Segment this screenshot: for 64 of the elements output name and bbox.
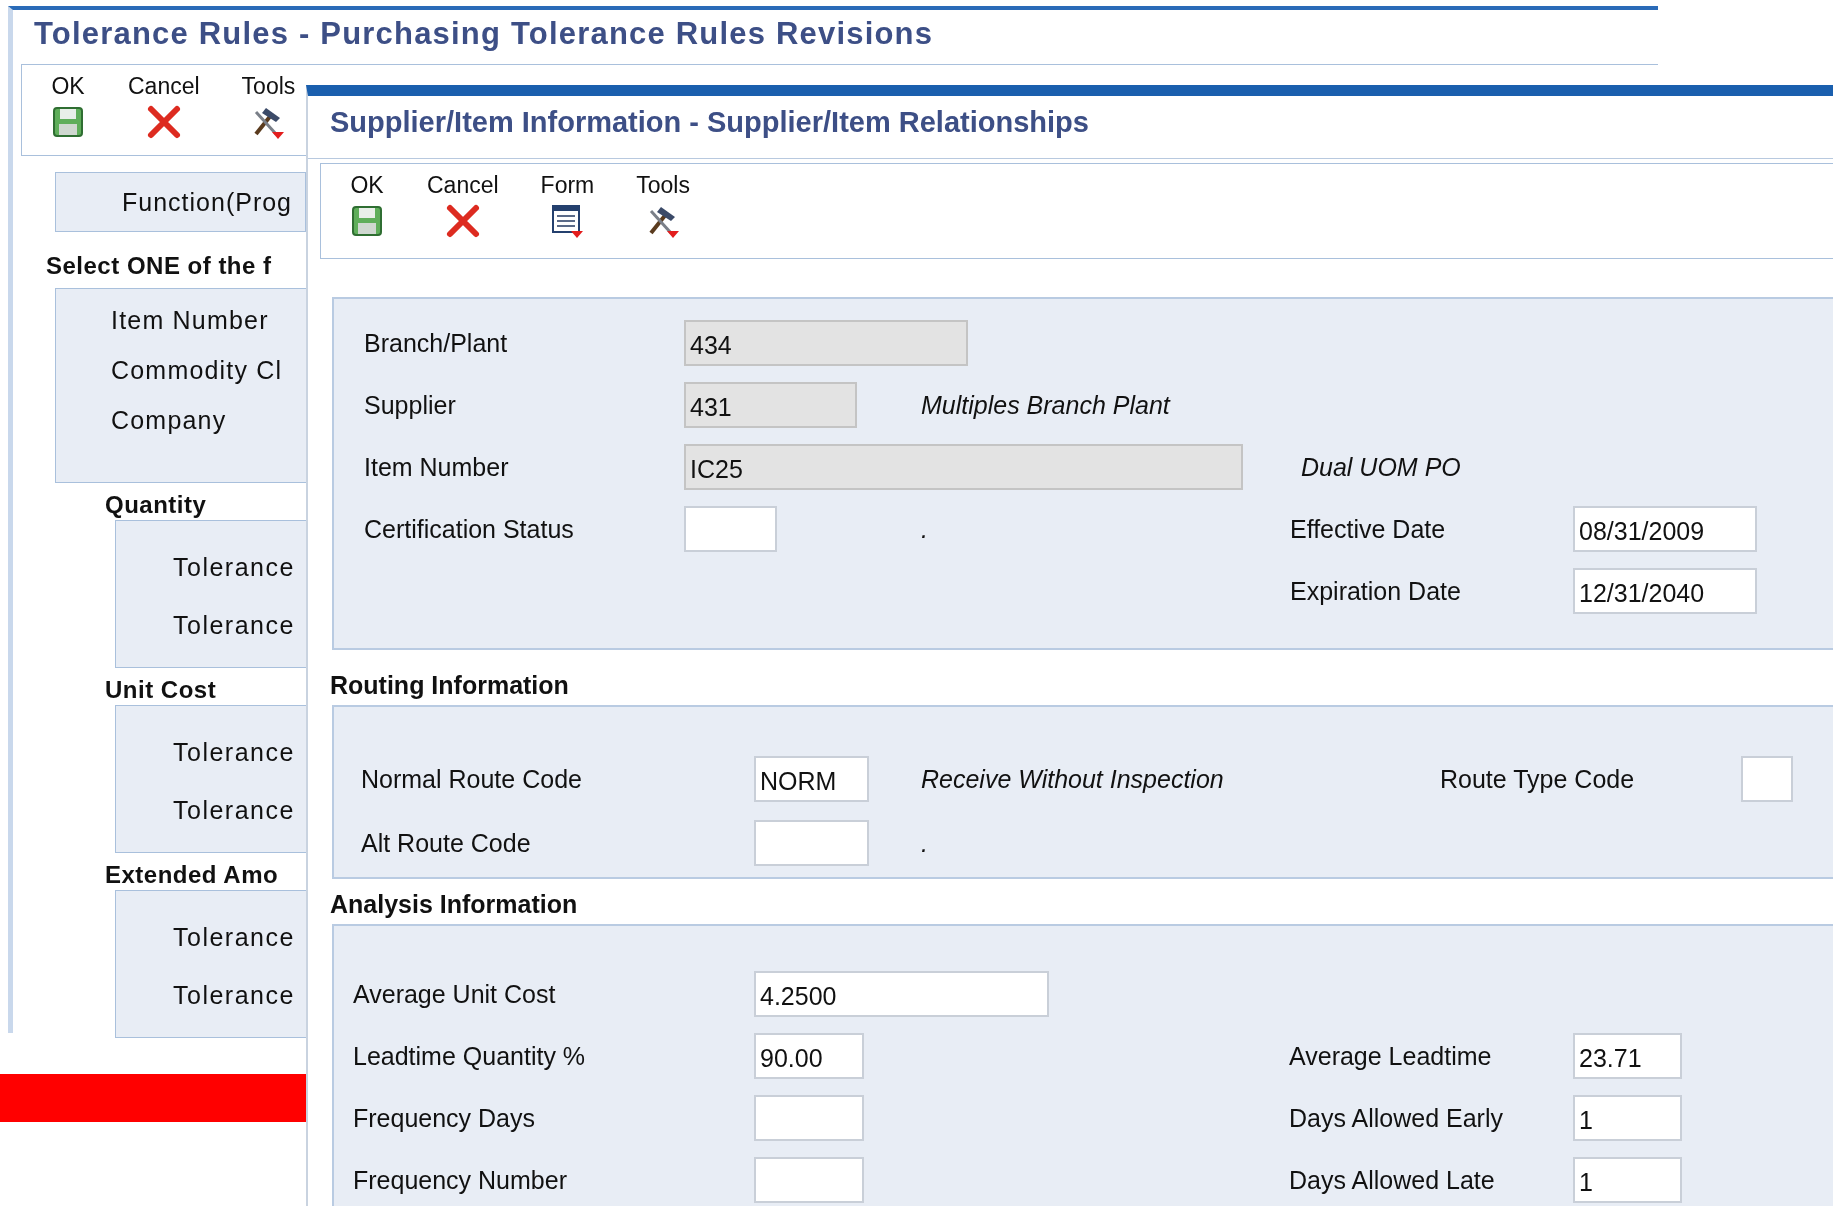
window-title: Supplier/Item Information - Supplier/Item Relationships xyxy=(308,96,1833,159)
window-title: Tolerance Rules - Purchasing Tolerance Rules Revisions xyxy=(33,15,935,53)
input-field[interactable] xyxy=(684,506,777,552)
field-label: Certification Status xyxy=(364,514,574,544)
field-description: Receive Without Inspection xyxy=(921,764,1224,794)
input-field[interactable]: 1 xyxy=(1573,1157,1682,1203)
input-field[interactable]: 4.2500 xyxy=(754,971,1049,1017)
field-label: Supplier xyxy=(364,390,456,420)
field-label: Leadtime Quantity % xyxy=(353,1041,586,1071)
option-label[interactable]: Tolerance xyxy=(173,611,295,669)
input-field[interactable] xyxy=(754,1157,864,1203)
option-label[interactable]: Company xyxy=(111,406,227,456)
group-title: Quantity xyxy=(105,491,207,517)
save-icon xyxy=(50,104,86,140)
group-title: Unit Cost xyxy=(105,676,217,702)
toolbar-button[interactable]: Tools xyxy=(628,164,698,239)
toolbar-button[interactable]: OK xyxy=(341,164,393,239)
field-label: Frequency Number xyxy=(353,1165,567,1195)
group-title: Extended Amo xyxy=(105,861,279,887)
toolbar-button[interactable]: Cancel xyxy=(120,65,208,140)
input-field[interactable]: 23.71 xyxy=(1573,1033,1682,1079)
field-label: Average Unit Cost xyxy=(353,979,556,1009)
section-heading: Routing Information xyxy=(330,669,570,701)
field-label: Branch/Plant xyxy=(364,328,508,358)
option-label[interactable]: Commodity Cl xyxy=(111,356,283,406)
input-field[interactable]: 12/31/2040 xyxy=(1573,568,1757,614)
option-label[interactable]: Item Number xyxy=(111,306,269,356)
field-label: Days Allowed Late xyxy=(1289,1165,1495,1195)
field-description: Multiples Branch Plant xyxy=(921,390,1170,420)
field-label: Item Number xyxy=(364,452,509,482)
option-label[interactable]: Tolerance xyxy=(173,923,295,981)
input-field[interactable] xyxy=(754,820,869,866)
input-field[interactable]: 90.00 xyxy=(754,1033,864,1079)
input-field[interactable]: 1 xyxy=(1573,1095,1682,1141)
function-button[interactable]: Function(Prog xyxy=(55,172,306,232)
save-icon xyxy=(349,203,385,239)
toolbar-button[interactable]: OK xyxy=(42,65,94,140)
field-description: . xyxy=(921,514,928,544)
option-label[interactable]: Tolerance xyxy=(173,796,295,854)
field-label: Effective Date xyxy=(1290,514,1446,544)
field-label: Route Type Code xyxy=(1440,764,1635,794)
field-description: . xyxy=(921,828,928,858)
option-label[interactable]: Tolerance xyxy=(173,553,295,611)
form-icon xyxy=(549,203,586,239)
section-heading: Analysis Information xyxy=(330,888,579,920)
toolbar-button[interactable]: Form xyxy=(532,164,603,239)
input-field[interactable] xyxy=(1741,756,1793,802)
field-label: Average Leadtime xyxy=(1289,1041,1492,1071)
close-icon xyxy=(145,104,182,140)
instruction-text: Select ONE of the f xyxy=(46,252,273,280)
field-label: Expiration Date xyxy=(1290,576,1461,606)
field-description: Dual UOM PO xyxy=(1301,452,1461,482)
field-label: Alt Route Code xyxy=(361,828,531,858)
toolbar-button[interactable]: Tools xyxy=(233,65,304,140)
input-field[interactable]: NORM xyxy=(754,756,869,802)
input-field[interactable]: 08/31/2009 xyxy=(1573,506,1757,552)
option-label[interactable]: Tolerance xyxy=(173,981,295,1039)
field-label: Days Allowed Early xyxy=(1289,1103,1503,1133)
field-label: Frequency Days xyxy=(353,1103,536,1133)
input-field[interactable] xyxy=(754,1095,864,1141)
toolbar-button[interactable]: Cancel xyxy=(419,164,507,239)
close-icon xyxy=(444,203,481,239)
field-label: Normal Route Code xyxy=(361,764,582,794)
option-label[interactable]: Tolerance xyxy=(173,738,295,796)
